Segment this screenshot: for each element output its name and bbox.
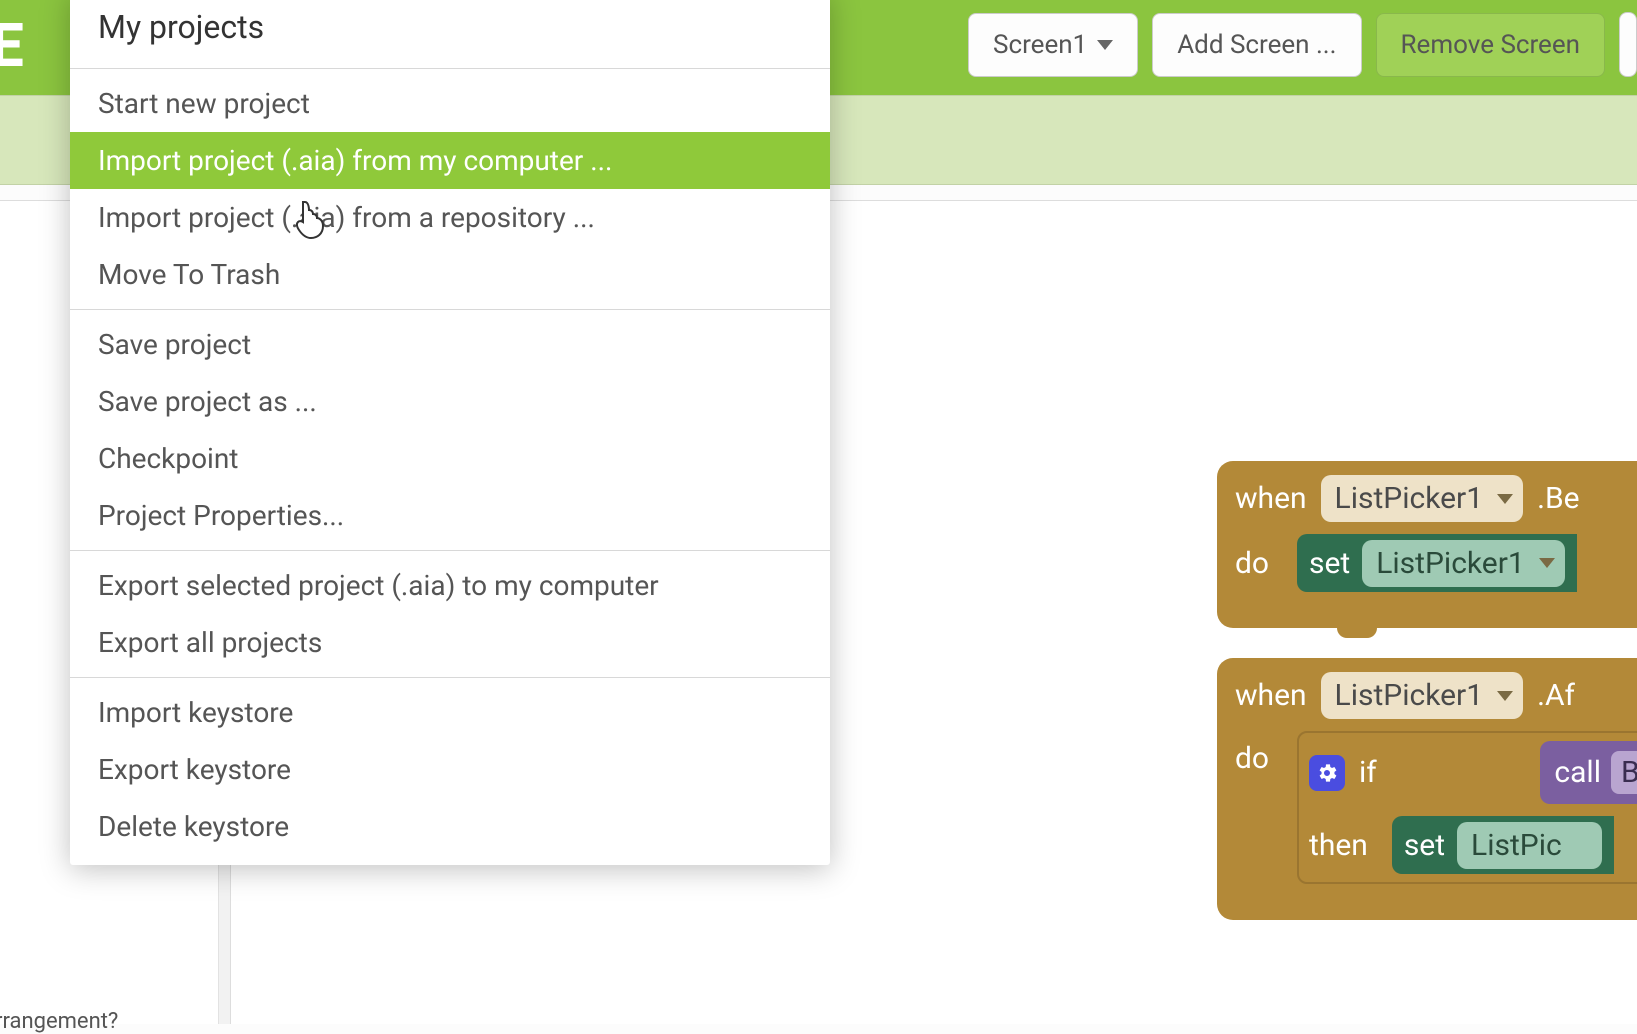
call-block[interactable]: call Bl (1540, 741, 1637, 804)
event-block-after[interactable]: when ListPicker1 .Af do if call (1217, 658, 1637, 920)
menu-item[interactable]: Save project (70, 316, 830, 373)
chevron-down-icon (1097, 40, 1113, 50)
menu-separator (70, 68, 830, 69)
cutoff-button[interactable] (1619, 12, 1637, 77)
set-target-dropdown[interactable]: ListPic (1457, 822, 1602, 869)
if-keyword: if (1359, 755, 1377, 790)
menu-item[interactable]: Import project (.aia) from a repository … (70, 189, 830, 246)
toolbar-button-group: Screen1 Add Screen ... Remove Screen (968, 12, 1637, 77)
menu-item[interactable]: Export selected project (.aia) to my com… (70, 557, 830, 614)
menu-item[interactable]: Save project as ... (70, 373, 830, 430)
remove-screen-button[interactable]: Remove Screen (1376, 13, 1605, 77)
menu-item[interactable]: Start new project (70, 75, 830, 132)
when-keyword: when (1235, 678, 1307, 713)
set-target-dropdown[interactable]: ListPicker1 (1362, 540, 1565, 587)
set-keyword: set (1404, 828, 1445, 863)
menu-item[interactable]: Delete keystore (70, 798, 830, 855)
then-keyword: then (1309, 828, 1368, 863)
blocks-area: when ListPicker1 .Be do set ListPicker1 (1217, 461, 1637, 950)
event-suffix: .Af (1537, 678, 1575, 713)
component-dropdown[interactable]: ListPicker1 (1321, 475, 1524, 522)
screen-selector-button[interactable]: Screen1 (968, 13, 1138, 77)
event-block-before[interactable]: when ListPicker1 .Be do set ListPicker1 (1217, 461, 1637, 628)
menu-item[interactable]: Checkpoint (70, 430, 830, 487)
set-block[interactable]: set ListPic (1392, 816, 1614, 874)
menu-item[interactable]: Project Properties... (70, 487, 830, 544)
sidebar-text-fragment: rrangement? (0, 1009, 118, 1034)
projects-dropdown-menu: My projects Start new projectImport proj… (70, 0, 830, 865)
screen-selector-label: Screen1 (993, 30, 1087, 60)
block-notch (1337, 620, 1377, 638)
menu-item[interactable]: Import keystore (70, 684, 830, 741)
set-keyword: set (1309, 546, 1350, 581)
event-suffix: .Be (1537, 481, 1580, 516)
set-block[interactable]: set ListPicker1 (1297, 534, 1577, 592)
menu-item[interactable]: Export keystore (70, 741, 830, 798)
menu-separator (70, 677, 830, 678)
call-keyword: call (1554, 755, 1601, 790)
menu-item[interactable]: Move To Trash (70, 246, 830, 303)
gear-icon[interactable] (1309, 755, 1345, 791)
do-slot[interactable]: set ListPicker1 (1297, 534, 1637, 592)
menu-item[interactable]: Export all projects (70, 614, 830, 671)
menu-item[interactable]: Import project (.aia) from my computer .… (70, 132, 830, 189)
menu-separator (70, 309, 830, 310)
do-keyword: do (1235, 546, 1283, 581)
if-block[interactable]: if call Bl then set ListPic (1297, 731, 1637, 884)
chevron-down-icon (1539, 558, 1555, 568)
menu-separator (70, 550, 830, 551)
do-keyword: do (1235, 731, 1283, 776)
when-keyword: when (1235, 481, 1307, 516)
component-dropdown[interactable]: ListPicker1 (1321, 672, 1524, 719)
call-target: Bl (1611, 751, 1637, 794)
chevron-down-icon (1497, 691, 1513, 701)
chevron-down-icon (1497, 494, 1513, 504)
logo-fragment: E (0, 10, 25, 81)
menu-header[interactable]: My projects (70, 0, 830, 62)
add-screen-button[interactable]: Add Screen ... (1152, 13, 1361, 77)
